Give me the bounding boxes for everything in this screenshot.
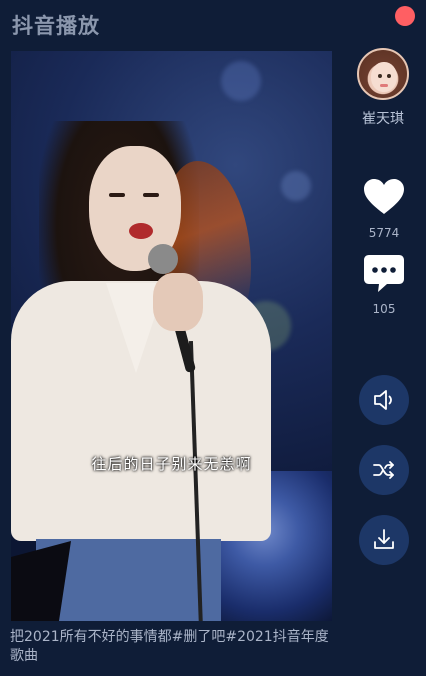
- speaker-icon: [374, 390, 392, 410]
- singer-eye: [109, 193, 125, 197]
- app-title: 抖音播放: [12, 14, 100, 38]
- avatar-face: [371, 62, 397, 92]
- mic-head: [148, 244, 178, 274]
- shuffle-button[interactable]: [359, 445, 409, 495]
- singer-mouth: [129, 223, 153, 239]
- comment-bubble-icon[interactable]: [363, 253, 405, 293]
- bokeh-light: [221, 61, 261, 101]
- sound-button[interactable]: [359, 375, 409, 425]
- author-name[interactable]: 崔天琪: [350, 108, 416, 128]
- close-dot-icon[interactable]: [395, 6, 415, 26]
- author-avatar[interactable]: [357, 48, 409, 100]
- video-caption: 把2021所有不好的事情都#删了吧#2021抖音年度歌曲: [10, 629, 329, 664]
- download-button[interactable]: [359, 515, 409, 565]
- avatar-mouth: [380, 84, 388, 87]
- like-count: 5774: [368, 226, 400, 240]
- avatar-eye: [378, 74, 382, 78]
- comment-count: 105: [372, 302, 396, 316]
- avatar-eye: [387, 74, 391, 78]
- download-icon: [374, 529, 394, 549]
- heart-icon[interactable]: [363, 178, 405, 216]
- singer-hand: [153, 273, 203, 331]
- singer-eye: [143, 193, 159, 197]
- video-player[interactable]: 往后的日子别来无恙啊: [11, 51, 332, 621]
- video-subtitle: 往后的日子别来无恙啊: [91, 455, 252, 473]
- bokeh-light: [281, 171, 311, 201]
- shuffle-icon: [373, 461, 394, 479]
